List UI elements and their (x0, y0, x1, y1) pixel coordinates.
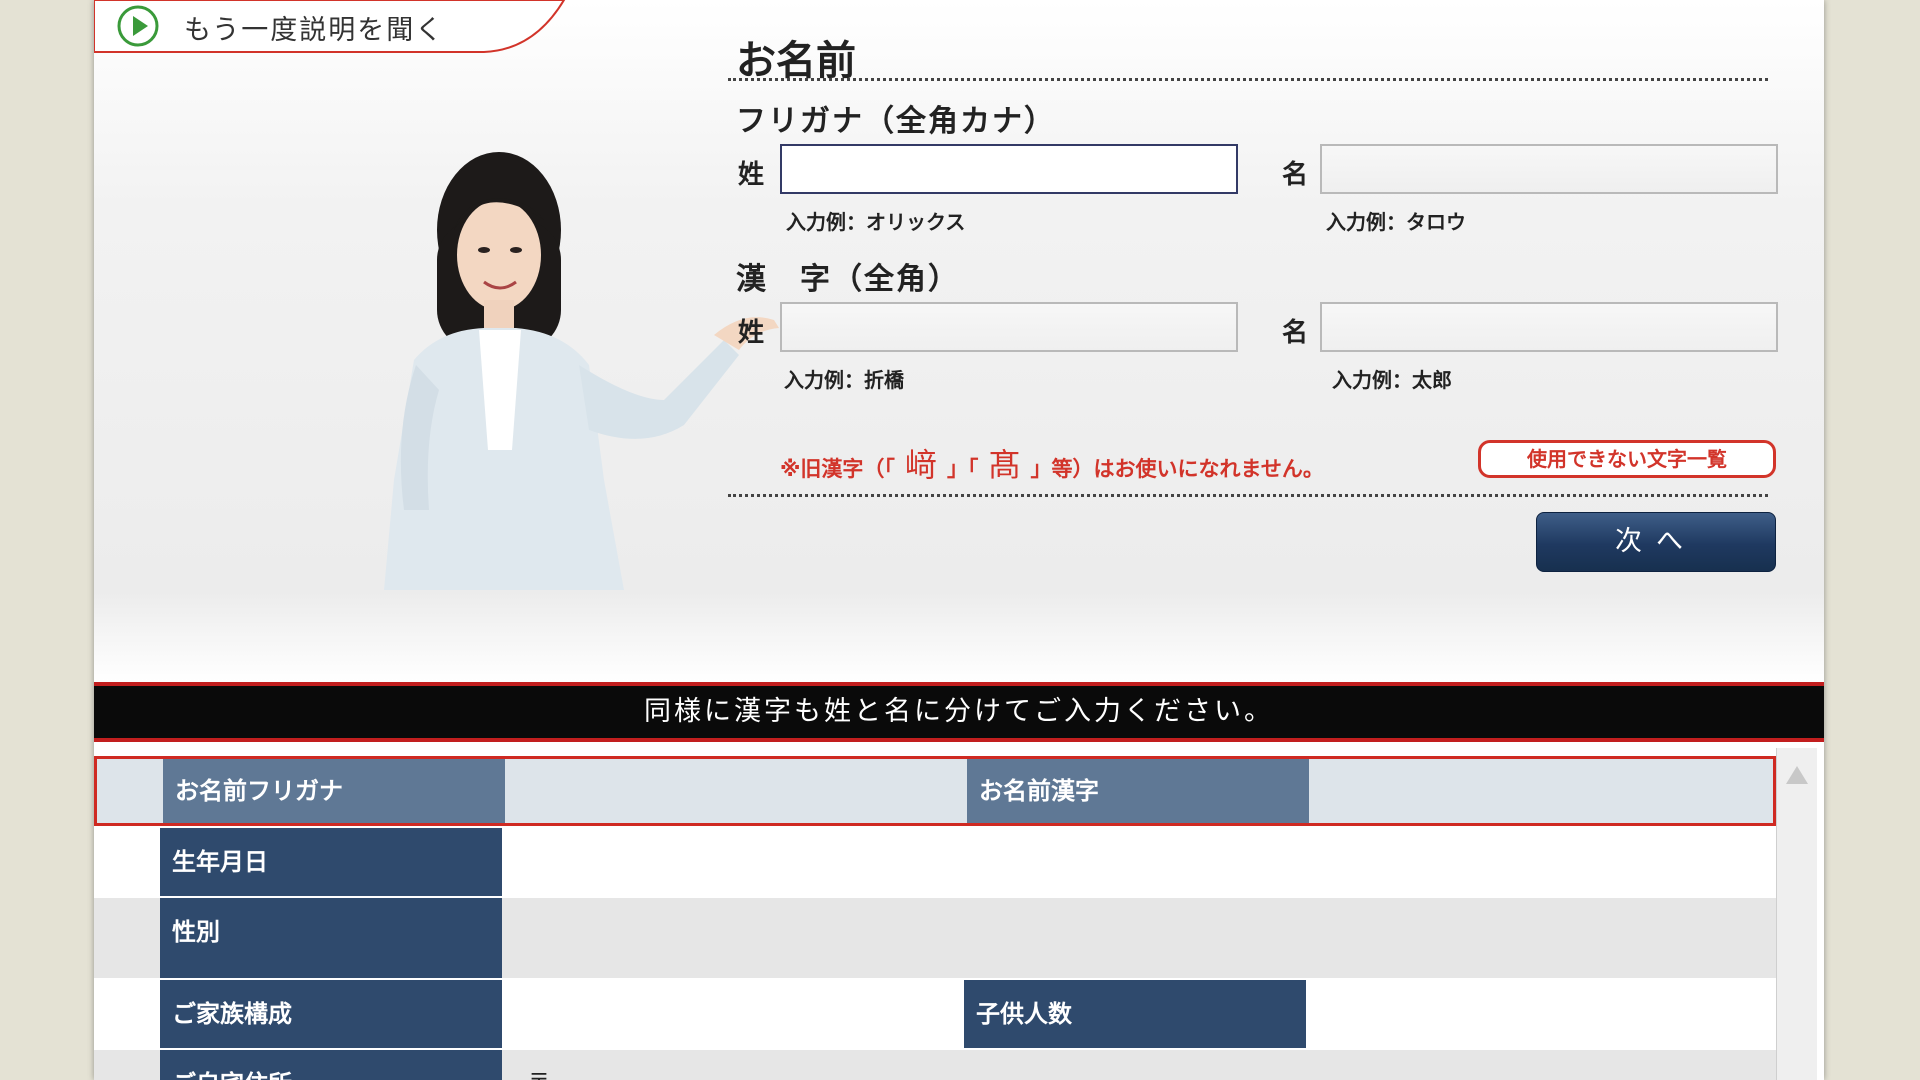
furigana-sei-input[interactable] (780, 144, 1238, 194)
replay-label: もう一度説明を聞く (184, 15, 445, 46)
warning-text: ※旧漢字（「 (780, 457, 895, 481)
triangle-up-icon[interactable] (1783, 762, 1811, 788)
row-label: お名前フリガナ (163, 759, 505, 823)
warning-text: 」「 (946, 457, 979, 481)
form-panel: もう一度説明を聞く お名前 フリガナ（全角カナ） 姓 入力例：オリックス 名 入… (94, 0, 1824, 592)
kanji-sei-hint: 入力例：折橋 (784, 368, 904, 392)
next-button[interactable]: 次へ (1536, 512, 1776, 572)
kanji-mei-hint: 入力例：太郎 (1332, 368, 1452, 392)
old-kanji-warning: ※旧漢字（「 﨑 」「髙」等）はお使いになれません。 (780, 440, 1324, 486)
kanji-section-title: 漢 字（全角） (736, 262, 960, 297)
app-window: もう一度説明を聞く お名前 フリガナ（全角カナ） 姓 入力例：オリックス 名 入… (94, 0, 1824, 1080)
table-row[interactable]: 性別 (94, 898, 1776, 978)
furigana-sei-hint: 入力例：オリックス (786, 210, 966, 234)
kanji-sei-input[interactable] (780, 302, 1238, 352)
furigana-mei-hint: 入力例：タロウ (1326, 210, 1466, 234)
kanji-mei-label: 名 (1282, 318, 1309, 348)
row-label: 性別 (160, 898, 502, 978)
row-label: ご家族構成 (160, 980, 502, 1048)
row-label: ご自宅住所 (160, 1050, 502, 1080)
row-label: 生年月日 (160, 828, 502, 896)
table-row[interactable]: お名前フリガナ お名前漢字 (94, 756, 1776, 826)
divider (728, 494, 1768, 497)
row-label: お名前漢字 (967, 759, 1309, 823)
kanji-mei-input[interactable] (1320, 302, 1778, 352)
caption-text: 同様に漢字も姓と名に分けてご入力ください。 (644, 696, 1274, 727)
divider (728, 78, 1768, 81)
furigana-mei-label: 名 (1282, 160, 1309, 190)
reflection-area (94, 592, 1824, 682)
row-value: 〒 (528, 1064, 550, 1080)
warning-text: 」等）はお使いになれません。 (1030, 457, 1324, 481)
warning-char: 﨑 (904, 446, 937, 484)
kanji-sei-label: 姓 (738, 318, 765, 348)
scrollbar[interactable] (1776, 748, 1817, 1080)
unusable-chars-button[interactable]: 使用できない文字一覧 (1478, 440, 1776, 478)
warning-char: 髙 (988, 446, 1021, 484)
table-row[interactable]: ご自宅住所 〒 (94, 1050, 1776, 1080)
summary-table: お名前フリガナ お名前漢字 生年月日 性別 ご家族構成 子供人数 ご自宅住所 〒 (94, 748, 1776, 1080)
replay-explanation-tab[interactable]: もう一度説明を聞く (94, 0, 574, 54)
furigana-section-title: フリガナ（全角カナ） (736, 104, 1056, 139)
table-row[interactable]: ご家族構成 子供人数 (94, 980, 1776, 1048)
caption-bar: 同様に漢字も姓と名に分けてご入力ください。 (94, 682, 1824, 742)
furigana-sei-label: 姓 (738, 160, 765, 190)
play-circle-icon (117, 5, 159, 47)
guide-woman-illustration (384, 152, 779, 590)
row-label: 子供人数 (964, 980, 1306, 1048)
furigana-mei-input[interactable] (1320, 144, 1778, 194)
table-row[interactable]: 生年月日 (94, 828, 1776, 896)
